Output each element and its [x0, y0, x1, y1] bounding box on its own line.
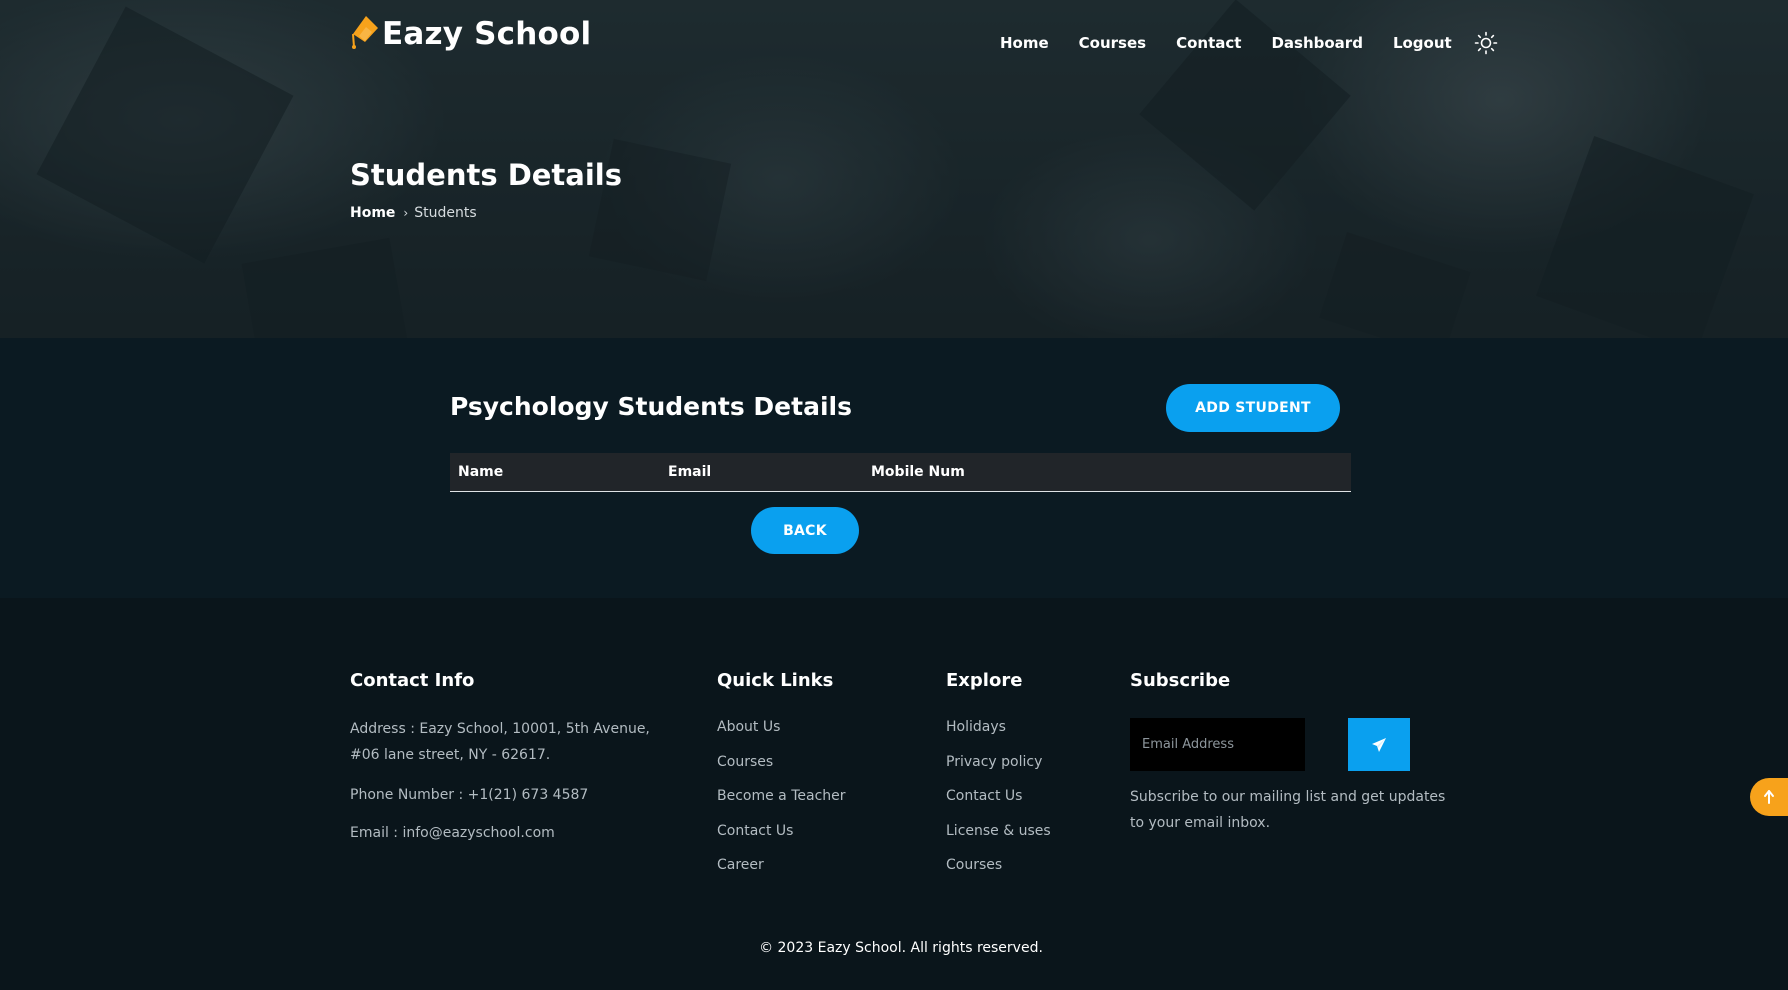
students-table-header: Name Email Mobile Num — [450, 453, 1351, 492]
footer-contact-heading: Contact Info — [350, 670, 475, 691]
footer-link-contact-us[interactable]: Contact Us — [717, 821, 793, 841]
logo-text: Eazy School — [382, 16, 592, 52]
arrow-up-icon — [1764, 790, 1774, 804]
footer-link-about-us[interactable]: About Us — [717, 717, 780, 737]
footer-link-become-teacher[interactable]: Become a Teacher — [717, 786, 846, 806]
nav-courses[interactable]: Courses — [1079, 30, 1146, 56]
breadcrumb-home-link[interactable]: Home — [350, 205, 395, 221]
sun-icon[interactable] — [1474, 31, 1498, 55]
footer-email: Email : info@eazyschool.com — [350, 825, 555, 841]
footer-address: Address : Eazy School, 10001, 5th Avenue… — [350, 721, 650, 763]
footer-link-contact-us[interactable]: Contact Us — [946, 786, 1022, 806]
nav-home[interactable]: Home — [1000, 30, 1049, 56]
hero-banner: Eazy School Home Courses Contact Dashboa… — [0, 0, 1788, 338]
column-header-mobile: Mobile Num — [871, 464, 965, 480]
chevron-right-icon: › — [403, 206, 409, 220]
back-button[interactable]: BACK — [751, 507, 859, 554]
footer-link-holidays[interactable]: Holidays — [946, 717, 1006, 737]
column-header-email: Email — [668, 464, 712, 480]
footer-phone: Phone Number : +1(21) 673 4587 — [350, 787, 589, 803]
footer-link-courses[interactable]: Courses — [946, 855, 1002, 875]
nav-contact[interactable]: Contact — [1176, 30, 1241, 56]
footer-quick-links-heading: Quick Links — [717, 670, 834, 691]
page-title: Students Details — [350, 158, 623, 192]
copyright: © 2023 Eazy School. All rights reserved. — [759, 940, 1043, 956]
breadcrumb-current: Students — [414, 205, 477, 221]
breadcrumb: Home › Students — [350, 205, 477, 221]
subscribe-button[interactable] — [1348, 718, 1410, 771]
add-student-button[interactable]: ADD STUDENT — [1166, 384, 1340, 432]
subscribe-email-input[interactable] — [1130, 718, 1305, 771]
navbar: Eazy School Home Courses Contact Dashboa… — [0, 0, 1788, 86]
footer-link-privacy-policy[interactable]: Privacy policy — [946, 752, 1042, 772]
footer: Contact Info Address : Eazy School, 1000… — [0, 598, 1788, 990]
footer-explore-heading: Explore — [946, 670, 1023, 691]
footer-subscribe-heading: Subscribe — [1130, 670, 1231, 691]
graduation-cap-icon — [352, 16, 378, 49]
students-section: Psychology Students Details ADD STUDENT … — [0, 338, 1788, 598]
nav-dashboard[interactable]: Dashboard — [1271, 30, 1362, 56]
subscribe-description: Subscribe to our mailing list and get up… — [1130, 789, 1446, 831]
scroll-to-top-button[interactable] — [1750, 778, 1788, 816]
column-header-name: Name — [458, 464, 504, 480]
logo[interactable]: Eazy School — [350, 12, 591, 50]
footer-link-courses[interactable]: Courses — [717, 752, 773, 772]
footer-link-license[interactable]: License & uses — [946, 821, 1051, 841]
main-nav: Home Courses Contact Dashboard Logout — [1000, 30, 1498, 56]
paper-plane-icon — [1372, 737, 1386, 752]
nav-logout[interactable]: Logout — [1393, 30, 1452, 56]
section-title: Psychology Students Details — [450, 392, 852, 421]
footer-link-career[interactable]: Career — [717, 855, 764, 875]
